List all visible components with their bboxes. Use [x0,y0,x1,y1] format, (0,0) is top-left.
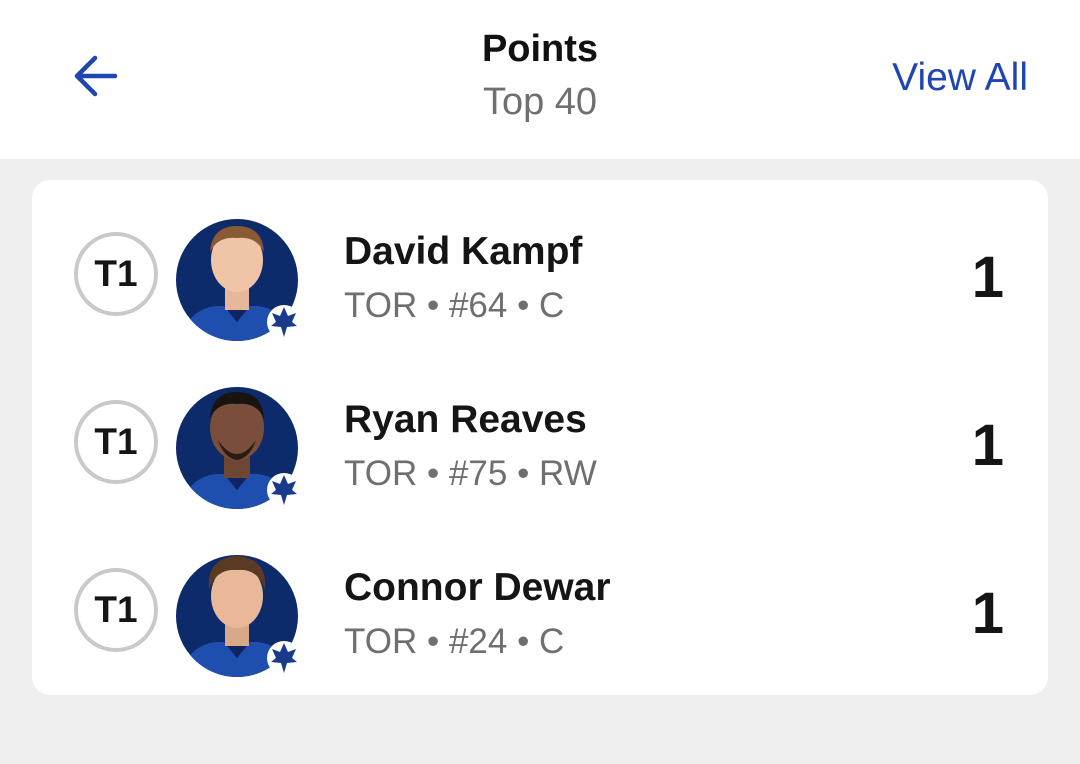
player-meta: TOR • #64 • C [344,286,565,325]
stat-value: 1 [971,245,1004,310]
rank-badge: T1 [74,568,158,652]
rank-badge: T1 [74,400,158,484]
maple-leaf-icon [267,473,301,507]
player-meta: TOR • #24 • C [344,622,565,661]
header-bar: Points Top 40 View All [0,0,1080,159]
leaders-card: T1 David Kampf TOR • #64 • C 1 T1 Ryan R… [32,180,1048,695]
stat-value: 1 [971,413,1004,478]
player-avatar [176,210,302,342]
leader-row[interactable]: T1 Ryan Reaves TOR • #75 • RW 1 [32,348,1048,516]
player-name: Ryan Reaves [344,398,587,441]
player-avatar [176,546,302,678]
player-name: David Kampf [344,230,583,273]
back-button[interactable] [62,46,128,106]
view-all-link[interactable]: View All [892,54,1028,102]
player-avatar [176,378,302,510]
maple-leaf-icon [267,305,301,339]
leader-row[interactable]: T1 Connor Dewar TOR • #24 • C 1 [32,516,1048,684]
leader-row[interactable]: T1 David Kampf TOR • #64 • C 1 [32,180,1048,348]
player-meta: TOR • #75 • RW [344,454,597,493]
arrow-left-icon [74,55,118,97]
stat-value: 1 [971,581,1004,646]
player-name: Connor Dewar [344,566,611,609]
rank-badge: T1 [74,232,158,316]
maple-leaf-icon [267,641,301,675]
